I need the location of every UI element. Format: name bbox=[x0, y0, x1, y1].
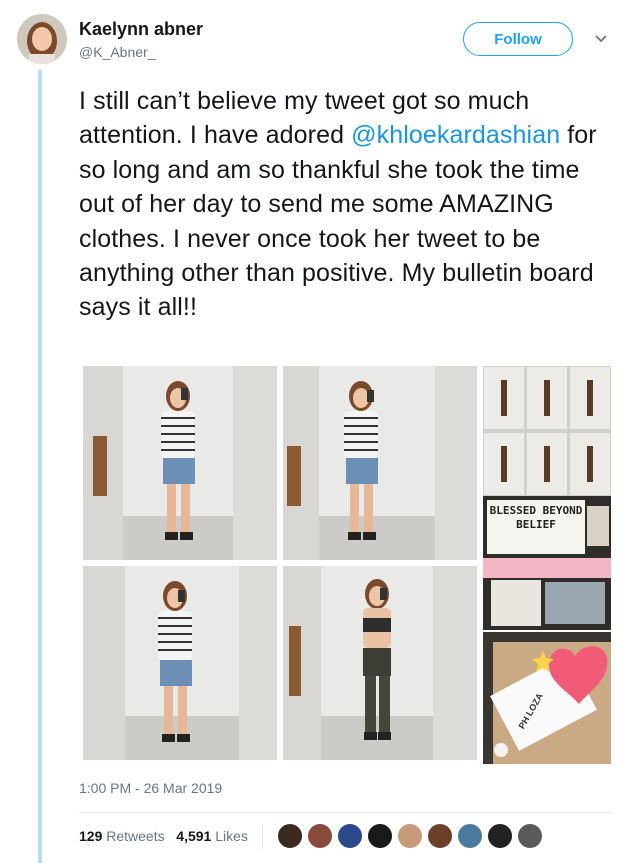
mirror-selfie-photo[interactable] bbox=[83, 566, 277, 760]
user-handle[interactable]: @K_Abner_ bbox=[79, 44, 155, 60]
avatar[interactable] bbox=[277, 823, 303, 849]
stats-separator bbox=[262, 824, 263, 850]
bulletin-board-sign[interactable]: BLESSED BEYOND BELIEF bbox=[483, 496, 611, 630]
tweet-text: I still can’t believe my tweet got so mu… bbox=[79, 84, 619, 325]
package-photo[interactable]: PH LOZA bbox=[483, 632, 611, 764]
tweet-stats: 129 Retweets 4,591 Likes bbox=[79, 828, 248, 844]
photo-collage[interactable]: BLESSED BEYOND BELIEF PH LOZA bbox=[83, 366, 611, 764]
display-name[interactable]: Kaelynn abner bbox=[79, 19, 203, 40]
avatar[interactable] bbox=[397, 823, 423, 849]
retweet-count: 129 bbox=[79, 828, 103, 844]
package-image bbox=[483, 632, 611, 764]
like-count: 4,591 bbox=[176, 828, 212, 844]
chevron-down-icon[interactable] bbox=[593, 31, 609, 47]
tweet-text-end: for so long and am so thankful she took … bbox=[79, 121, 597, 322]
avatar[interactable] bbox=[367, 823, 393, 849]
mirror-selfie-photo[interactable] bbox=[283, 566, 477, 760]
photo-image bbox=[283, 366, 477, 560]
avatar[interactable] bbox=[517, 823, 543, 849]
outfit-thumbnails-grid[interactable] bbox=[483, 366, 611, 496]
avatar[interactable] bbox=[337, 823, 363, 849]
likes-label: Likes bbox=[215, 828, 248, 844]
mirror-selfie-photo[interactable] bbox=[283, 366, 477, 560]
photo-image bbox=[283, 566, 477, 760]
mention-link[interactable]: @khloekardashian bbox=[351, 121, 560, 149]
retweets-label: Retweets bbox=[106, 828, 165, 844]
follow-button[interactable]: Follow bbox=[463, 22, 573, 56]
thread-rail bbox=[38, 70, 42, 863]
photo-image bbox=[83, 566, 277, 760]
mirror-selfie-photo[interactable] bbox=[83, 366, 277, 560]
avatar-image bbox=[17, 14, 67, 64]
board-sign-text: BLESSED BEYOND BELIEF bbox=[489, 504, 583, 531]
tweet-timestamp[interactable]: 1:00 PM - 26 Mar 2019 bbox=[79, 780, 222, 796]
thumbnails-image bbox=[483, 366, 611, 496]
avatar[interactable] bbox=[427, 823, 453, 849]
avatar[interactable] bbox=[17, 14, 67, 64]
avatar[interactable] bbox=[487, 823, 513, 849]
avatar[interactable] bbox=[307, 823, 333, 849]
likes-stat[interactable]: 4,591 Likes bbox=[176, 828, 248, 844]
divider bbox=[79, 812, 612, 813]
retweets-stat[interactable]: 129 Retweets bbox=[79, 828, 165, 844]
avatar[interactable] bbox=[457, 823, 483, 849]
photo-image bbox=[83, 366, 277, 560]
